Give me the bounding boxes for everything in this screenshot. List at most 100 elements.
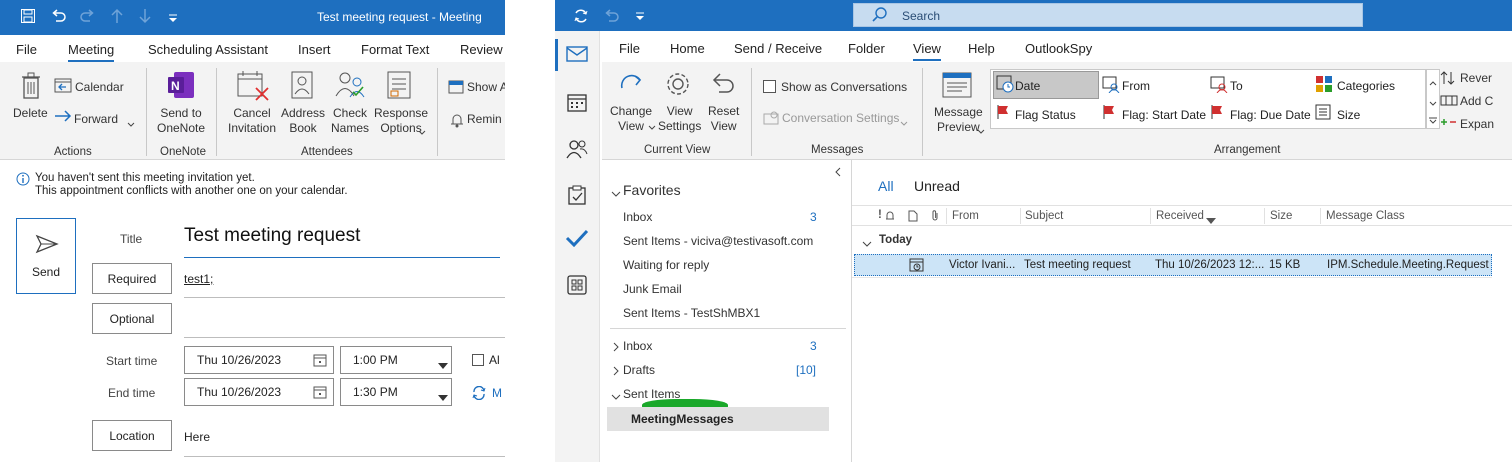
- reverse-sort-button[interactable]: Rever: [1460, 71, 1492, 86]
- apps-icon[interactable]: [567, 275, 587, 298]
- arrange-by-flag-due-date[interactable]: Flag: Due Date: [1230, 108, 1311, 122]
- required-attendees-input[interactable]: test1;: [184, 272, 213, 286]
- send-to-onenote-button[interactable]: Send to OneNote: [157, 106, 205, 136]
- menu-view[interactable]: View: [913, 41, 941, 61]
- favorites-header[interactable]: Favorites: [623, 182, 681, 198]
- column-size[interactable]: Size: [1270, 210, 1292, 222]
- reminder-column-icon[interactable]: [885, 210, 895, 225]
- column-message-class[interactable]: Message Class: [1326, 210, 1405, 222]
- change-view-button[interactable]: Change View: [610, 104, 652, 134]
- chevron-down-icon[interactable]: [611, 390, 621, 404]
- more-icon[interactable]: [1429, 114, 1437, 128]
- favorite-junk-email[interactable]: Junk Email: [623, 282, 682, 296]
- view-settings-button[interactable]: View Settings: [658, 104, 701, 134]
- expand-collapse-button[interactable]: Expan: [1460, 117, 1494, 132]
- favorite-inbox[interactable]: Inbox: [623, 210, 652, 224]
- save-icon[interactable]: [20, 8, 36, 27]
- end-date-picker[interactable]: Thu 10/26/2023: [184, 378, 334, 406]
- menu-outlookspy[interactable]: OutlookSpy: [1025, 41, 1092, 56]
- arrange-by-to[interactable]: To: [1230, 79, 1243, 93]
- send-button[interactable]: Send: [16, 218, 76, 294]
- arrange-by-date[interactable]: Date: [1015, 79, 1040, 93]
- chevron-right-icon[interactable]: [612, 365, 620, 379]
- attachment-column-icon[interactable]: [930, 210, 940, 225]
- search-box[interactable]: Search: [853, 3, 1363, 27]
- gallery-scroll[interactable]: [1426, 69, 1440, 129]
- importance-column-icon[interactable]: !: [878, 209, 882, 221]
- mail-icon[interactable]: [566, 45, 588, 66]
- menu-home[interactable]: Home: [670, 41, 705, 56]
- add-columns-button[interactable]: Add C: [1460, 94, 1493, 109]
- sync-icon[interactable]: [573, 8, 589, 27]
- forward-button[interactable]: Forward: [74, 112, 118, 127]
- menu-help[interactable]: Help: [968, 41, 995, 56]
- undo-icon[interactable]: [50, 8, 66, 27]
- todo-icon[interactable]: [565, 229, 589, 250]
- chevron-up-icon[interactable]: [1429, 75, 1437, 89]
- title-input[interactable]: Test meeting request: [184, 225, 360, 247]
- tab-unread[interactable]: Unread: [914, 178, 960, 194]
- all-day-checkbox[interactable]: [472, 354, 484, 366]
- message-preview-button[interactable]: Message Preview: [934, 105, 983, 135]
- location-button[interactable]: Location: [92, 420, 172, 451]
- menu-folder[interactable]: Folder: [848, 41, 885, 56]
- chevron-down-icon[interactable]: [648, 120, 656, 134]
- menu-meeting[interactable]: Meeting: [68, 42, 115, 62]
- customize-toolbar-icon[interactable]: [635, 10, 645, 24]
- collapse-pane-icon[interactable]: [834, 166, 842, 180]
- message-row[interactable]: Victor Ivani... Test meeting request Thu…: [854, 254, 1492, 276]
- start-date-picker[interactable]: Thu 10/26/2023: [184, 346, 334, 374]
- tab-all[interactable]: All: [878, 178, 894, 194]
- tasks-icon[interactable]: [567, 185, 587, 208]
- chevron-down-icon[interactable]: [611, 187, 621, 201]
- subfolder-meetingmessages-row[interactable]: MeetingMessages: [607, 407, 829, 431]
- menu-insert[interactable]: Insert: [298, 42, 331, 57]
- menu-scheduling-assistant[interactable]: Scheduling Assistant: [148, 42, 268, 57]
- location-input[interactable]: Here: [184, 430, 210, 444]
- arrange-by-flag-start-date[interactable]: Flag: Start Date: [1122, 108, 1206, 122]
- show-as-conversations-checkbox[interactable]: [763, 80, 776, 93]
- arrange-by-size[interactable]: Size: [1337, 108, 1360, 122]
- column-received[interactable]: Received: [1156, 210, 1204, 222]
- chevron-down-icon[interactable]: [977, 124, 985, 138]
- show-as-dropdown[interactable]: Show A: [467, 80, 505, 95]
- delete-button[interactable]: Delete: [13, 106, 48, 121]
- chevron-right-icon[interactable]: [612, 341, 620, 355]
- folder-drafts[interactable]: Drafts: [623, 363, 655, 377]
- calendar-button[interactable]: Calendar: [75, 80, 124, 95]
- address-book-button[interactable]: Address Book: [281, 106, 325, 136]
- chevron-down-icon[interactable]: [1429, 96, 1437, 110]
- chevron-down-icon[interactable]: [127, 117, 135, 131]
- menu-file[interactable]: File: [619, 41, 640, 56]
- people-icon[interactable]: [566, 139, 588, 162]
- make-recurring-link[interactable]: M: [492, 386, 502, 400]
- reminder-dropdown[interactable]: Remin: [467, 112, 502, 127]
- recurrence-icon[interactable]: [472, 385, 486, 403]
- check-names-button[interactable]: Check Names: [331, 106, 369, 136]
- menu-format-text[interactable]: Format Text: [361, 42, 429, 57]
- favorite-sent-items-testshmbx1[interactable]: Sent Items - TestShMBX1: [623, 306, 760, 320]
- menu-file[interactable]: File: [16, 42, 37, 57]
- folder-inbox[interactable]: Inbox: [623, 339, 652, 353]
- chevron-down-icon[interactable]: [862, 237, 872, 251]
- customize-toolbar-icon[interactable]: [168, 10, 178, 26]
- start-time-select[interactable]: 1:00 PM: [340, 346, 452, 374]
- menu-send-receive[interactable]: Send / Receive: [734, 41, 822, 56]
- chevron-down-icon[interactable]: [418, 125, 426, 139]
- optional-button[interactable]: Optional: [92, 303, 172, 334]
- calendar-icon[interactable]: [313, 353, 327, 370]
- arrange-by-categories[interactable]: Categories: [1337, 79, 1395, 93]
- delete-icon[interactable]: [20, 72, 42, 103]
- arrange-by-from[interactable]: From: [1122, 79, 1150, 93]
- column-from[interactable]: From: [952, 210, 979, 222]
- icon-column-icon[interactable]: [908, 210, 918, 225]
- required-button[interactable]: Required: [92, 263, 172, 294]
- favorite-sent-items-viciva[interactable]: Sent Items - viciva@testivasoft.com: [623, 234, 813, 248]
- reset-view-button[interactable]: Reset View: [708, 104, 739, 134]
- favorite-waiting-for-reply[interactable]: Waiting for reply: [623, 258, 709, 272]
- calendar-icon[interactable]: [567, 92, 587, 115]
- menu-review[interactable]: Review: [460, 42, 503, 57]
- cancel-invitation-button[interactable]: Cancel Invitation: [228, 106, 276, 136]
- arrange-by-flag-status[interactable]: Flag Status: [1015, 108, 1076, 122]
- group-header-today[interactable]: Today: [879, 234, 912, 246]
